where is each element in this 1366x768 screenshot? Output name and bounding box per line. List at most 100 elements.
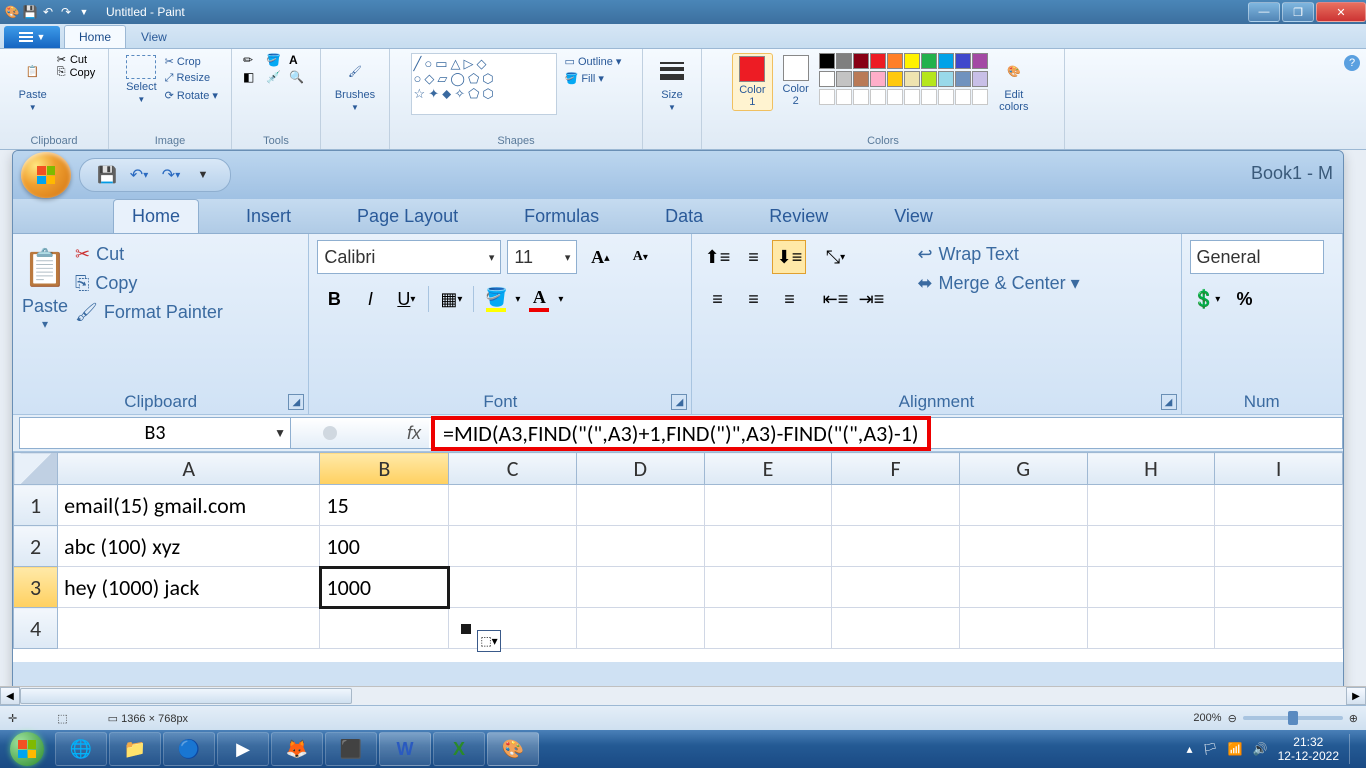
- excel-save-icon[interactable]: 💾: [96, 164, 118, 186]
- taskbar-word-icon[interactable]: W: [379, 732, 431, 766]
- col-header-B[interactable]: B: [320, 453, 449, 485]
- spreadsheet-grid[interactable]: A B C D E F G H I 1 email(15) gmail.com …: [13, 452, 1343, 662]
- select-button[interactable]: Select ▼: [122, 53, 161, 106]
- color-swatch-empty[interactable]: [921, 89, 937, 105]
- font-size-combo[interactable]: 11▾: [507, 240, 577, 274]
- text-tool-icon[interactable]: A: [289, 53, 309, 67]
- format-painter-button[interactable]: 🖌Format Painter: [75, 298, 223, 327]
- align-bottom-button[interactable]: ⬇≡: [772, 240, 806, 274]
- col-header-I[interactable]: I: [1215, 453, 1343, 485]
- col-header-F[interactable]: F: [832, 453, 960, 485]
- zoom-slider[interactable]: [1243, 716, 1343, 720]
- tray-flag-icon[interactable]: 🏳: [1202, 742, 1217, 756]
- clipboard-dialog-launcher[interactable]: ◢: [288, 394, 304, 410]
- color-swatch[interactable]: [955, 71, 971, 87]
- row-header-1[interactable]: 1: [14, 485, 58, 526]
- color-swatch-empty[interactable]: [972, 89, 988, 105]
- zoom-out-button[interactable]: ⊖: [1228, 712, 1237, 725]
- color-swatch[interactable]: [853, 53, 869, 69]
- name-box-dropdown-icon[interactable]: ▼: [274, 426, 286, 441]
- color-swatch[interactable]: [819, 53, 835, 69]
- color-swatch-empty[interactable]: [836, 89, 852, 105]
- color-swatch[interactable]: [904, 53, 920, 69]
- zoom-in-button[interactable]: ⊕: [1349, 712, 1358, 725]
- bold-button[interactable]: B: [317, 282, 351, 316]
- edit-colors-button[interactable]: 🎨 Edit colors: [994, 53, 1034, 115]
- cell-A1[interactable]: email(15) gmail.com: [58, 485, 320, 526]
- color-swatch[interactable]: [870, 71, 886, 87]
- scroll-right-icon[interactable]: ▶: [1346, 687, 1366, 705]
- picker-tool-icon[interactable]: 💉: [266, 70, 286, 84]
- alignment-dialog-launcher[interactable]: ◢: [1161, 394, 1177, 410]
- color2-button[interactable]: Color 2: [779, 53, 813, 109]
- row-header-3[interactable]: 3: [14, 567, 58, 608]
- color-swatch[interactable]: [921, 53, 937, 69]
- taskbar-firefox-icon[interactable]: 🦊: [271, 732, 323, 766]
- excel-cut-button[interactable]: ✂Cut: [75, 240, 223, 269]
- cancel-formula-icon[interactable]: [323, 426, 337, 440]
- color1-button[interactable]: Color 1: [732, 53, 772, 111]
- merge-center-button[interactable]: ⬌Merge & Center ▾: [917, 269, 1079, 298]
- fill-handle[interactable]: [461, 624, 471, 634]
- color-swatch[interactable]: [921, 71, 937, 87]
- magnifier-tool-icon[interactable]: 🔍: [289, 70, 309, 84]
- color-swatch[interactable]: [955, 53, 971, 69]
- close-button[interactable]: ✕: [1316, 2, 1366, 22]
- increase-indent-button[interactable]: ⇥≡: [854, 282, 888, 316]
- excel-paste-button[interactable]: 📋 Paste ▾: [21, 240, 69, 331]
- align-left-button[interactable]: ≡: [700, 282, 734, 316]
- cell-A2[interactable]: abc (100) xyz: [58, 526, 320, 567]
- show-desktop-button[interactable]: [1349, 734, 1358, 764]
- brushes-button[interactable]: 🖌 Brushes ▼: [331, 53, 379, 114]
- number-format-combo[interactable]: General: [1190, 240, 1324, 274]
- taskbar-clock[interactable]: 21:32 12-12-2022: [1278, 735, 1339, 763]
- tab-home[interactable]: Home: [113, 199, 199, 233]
- color-swatch[interactable]: [870, 53, 886, 69]
- col-header-A[interactable]: A: [58, 453, 320, 485]
- shape-fill-button[interactable]: 🪣 Fill ▾: [565, 70, 622, 87]
- color-swatch[interactable]: [904, 71, 920, 87]
- tray-network-icon[interactable]: 📶: [1228, 742, 1243, 756]
- name-box[interactable]: B3 ▼: [19, 417, 291, 449]
- crop-button[interactable]: ✂ Crop: [165, 53, 218, 70]
- color-swatch[interactable]: [819, 71, 835, 87]
- fill-tool-icon[interactable]: 🪣: [266, 53, 286, 67]
- help-icon[interactable]: ?: [1344, 55, 1360, 71]
- paste-button[interactable]: 📋 Paste ▼: [13, 53, 53, 114]
- excel-undo-icon[interactable]: ↶▾: [128, 164, 150, 186]
- cell-C1[interactable]: [449, 485, 577, 526]
- tab-data[interactable]: Data: [646, 199, 722, 233]
- color-swatch-empty[interactable]: [853, 89, 869, 105]
- font-name-combo[interactable]: Calibri▾: [317, 240, 501, 274]
- cell-A4[interactable]: [58, 608, 320, 649]
- taskbar-media-icon[interactable]: ▶: [217, 732, 269, 766]
- color-swatch[interactable]: [972, 53, 988, 69]
- font-dialog-launcher[interactable]: ◢: [671, 394, 687, 410]
- col-header-H[interactable]: H: [1087, 453, 1215, 485]
- pencil-tool-icon[interactable]: ✏: [243, 53, 263, 67]
- color-swatch[interactable]: [836, 71, 852, 87]
- grow-font-button[interactable]: A▴: [583, 240, 617, 274]
- formula-input[interactable]: =MID(A3,FIND("(",A3)+1,FIND(")",A3)-FIND…: [429, 417, 1343, 449]
- cell-A3[interactable]: hey (1000) jack: [58, 567, 320, 608]
- wrap-text-button[interactable]: ↩Wrap Text: [917, 240, 1079, 269]
- italic-button[interactable]: I: [353, 282, 387, 316]
- scroll-left-icon[interactable]: ◀: [0, 687, 20, 705]
- tab-insert[interactable]: Insert: [227, 199, 310, 233]
- decrease-indent-button[interactable]: ⇤≡: [818, 282, 852, 316]
- fx-icon[interactable]: fx: [407, 423, 421, 444]
- row-header-4[interactable]: 4: [14, 608, 58, 649]
- qat-redo-icon[interactable]: ↷: [58, 4, 74, 20]
- paint-tab-home[interactable]: Home: [64, 25, 126, 48]
- tray-expand-icon[interactable]: ▴: [1186, 742, 1192, 756]
- color-swatch-empty[interactable]: [887, 89, 903, 105]
- row-header-2[interactable]: 2: [14, 526, 58, 567]
- taskbar-app-icon[interactable]: ⬛: [325, 732, 377, 766]
- size-button[interactable]: Size ▼: [652, 53, 692, 114]
- color-swatch[interactable]: [938, 53, 954, 69]
- color-swatch[interactable]: [887, 53, 903, 69]
- accounting-format-button[interactable]: 💲▾: [1190, 282, 1224, 316]
- color-swatch[interactable]: [887, 71, 903, 87]
- align-center-button[interactable]: ≡: [736, 282, 770, 316]
- fill-color-button[interactable]: 🪣: [479, 282, 513, 316]
